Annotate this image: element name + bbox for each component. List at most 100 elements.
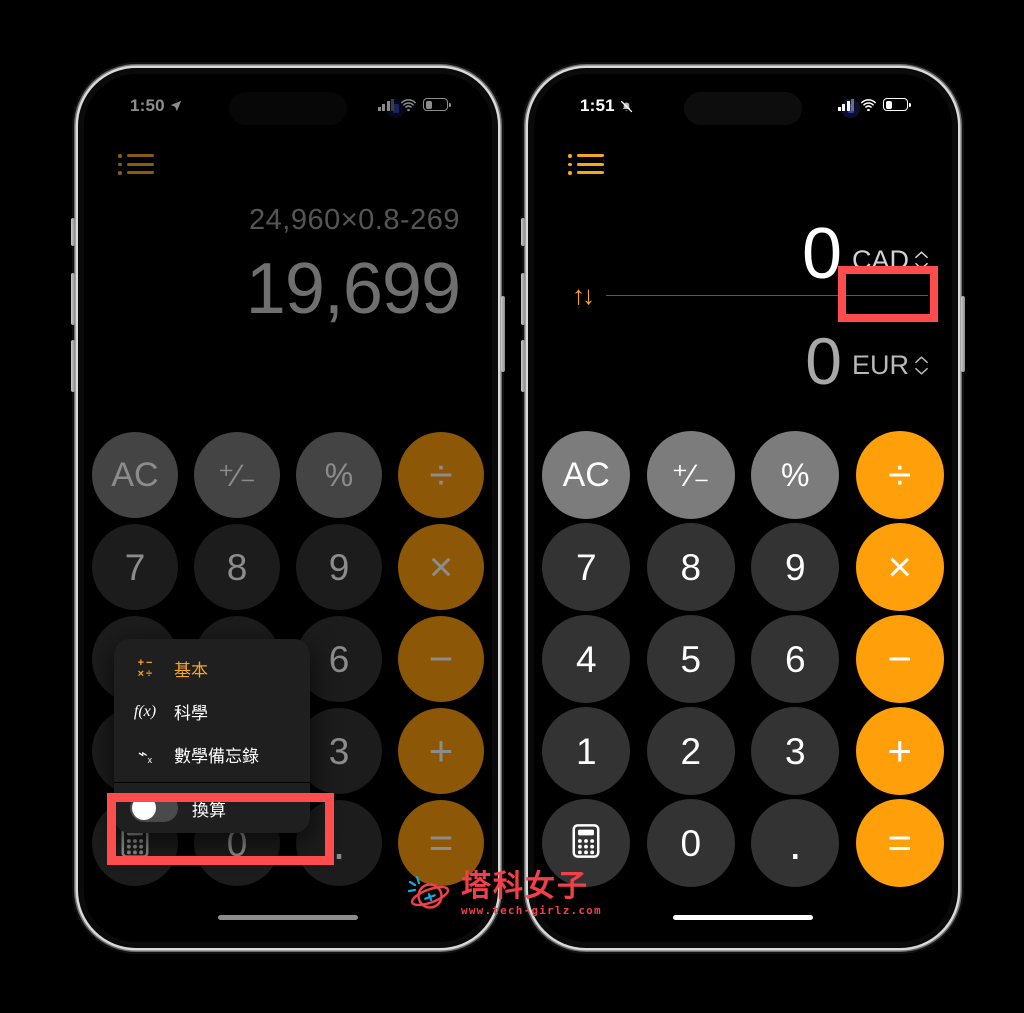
highlight-convert-toggle xyxy=(107,793,334,865)
key-equals-label: = xyxy=(428,819,454,866)
key-7-label: 7 xyxy=(575,546,597,588)
key-9[interactable]: 9 xyxy=(751,523,840,611)
key-6-label: 6 xyxy=(328,638,350,680)
key-8[interactable]: 8 xyxy=(646,523,735,611)
menu-item-math-notes[interactable]: ⌁x 數學備忘錄 xyxy=(114,733,310,776)
menu-item-scientific[interactable]: f(x) 科學 xyxy=(114,690,310,733)
key-divide[interactable]: ÷ xyxy=(398,432,484,518)
key-1[interactable]: 1 xyxy=(542,707,631,795)
power-button[interactable] xyxy=(501,296,505,372)
volume-up-button[interactable] xyxy=(521,273,525,325)
volume-up-button[interactable] xyxy=(71,273,75,325)
menu-item-basic[interactable]: + − × ÷ 基本 xyxy=(114,647,310,690)
phone-right: 1:51 0 CAD ↑↓ 0 EUR AC ⁺∕₋ % ÷ 7 8 9 × 4… xyxy=(521,68,965,948)
key-multiply[interactable]: × xyxy=(398,524,484,610)
home-indicator xyxy=(673,915,813,920)
wifi-icon xyxy=(401,99,416,111)
key-multiply-label: × xyxy=(428,543,454,590)
key-7[interactable]: 7 xyxy=(542,523,631,611)
key-3[interactable]: 3 xyxy=(751,707,840,795)
key-minus[interactable]: − xyxy=(398,616,484,702)
key-sign[interactable]: ⁺∕₋ xyxy=(194,432,280,518)
screenshot-canvas: 1:50 24,960×0.8-269 19,699 AC ⁺∕₋ % ÷ 7 … xyxy=(0,0,1024,1013)
status-indicators xyxy=(377,98,451,111)
swap-vertical-icon[interactable]: ↑↓ xyxy=(572,282,595,308)
key-equals-label: = xyxy=(887,819,913,866)
menu-item-scientific-label: 科學 xyxy=(174,704,208,723)
fx-function-icon: f(x) xyxy=(133,702,157,720)
power-button[interactable] xyxy=(961,296,965,372)
key-0[interactable]: 0 xyxy=(646,799,735,887)
key-9-label: 9 xyxy=(784,546,806,588)
key-percent[interactable]: % xyxy=(296,432,382,518)
cellular-signal-icon xyxy=(837,98,854,111)
keypad: AC ⁺∕₋% ÷ 7 8 9 × 4 5 6 − 1 2 3 +0. = xyxy=(534,429,952,889)
menu-divider xyxy=(114,782,310,783)
list-bullet-icon[interactable] xyxy=(568,154,604,175)
key-3-label: 3 xyxy=(784,730,806,772)
key-ac[interactable]: AC xyxy=(92,432,178,518)
calculator-glyph-icon xyxy=(572,824,600,858)
key-minus[interactable]: − xyxy=(855,615,944,703)
watermark-url: www.tech-girlz.com xyxy=(461,904,602,917)
key-calculator-icon-label xyxy=(572,824,600,862)
mute-switch[interactable] xyxy=(521,218,525,246)
list-bullet-icon[interactable] xyxy=(118,154,154,175)
status-indicators xyxy=(837,98,911,111)
menu-item-list: + − × ÷ 基本 f(x) 科學 ⌁x 數學備忘錄 xyxy=(114,639,310,782)
key-percent[interactable]: % xyxy=(751,431,840,519)
home-indicator xyxy=(218,915,358,920)
convert-to-value: 0 xyxy=(805,324,842,399)
cellular-signal-icon xyxy=(377,98,394,111)
mute-switch[interactable] xyxy=(71,218,75,246)
key-decimal-label: . xyxy=(788,817,802,869)
key-sign[interactable]: ⁺∕₋ xyxy=(646,431,735,519)
menu-item-basic-label: 基本 xyxy=(174,661,208,680)
watermark-text: 塔科女子 www.tech-girlz.com xyxy=(461,872,602,917)
key-equals[interactable]: = xyxy=(855,799,944,887)
menu-item-math-notes-label: 數學備忘錄 xyxy=(174,747,259,766)
convert-to-currency-selector[interactable]: EUR xyxy=(852,350,928,393)
key-decimal[interactable]: . xyxy=(751,799,840,887)
key-divide-label: ÷ xyxy=(429,451,453,498)
key-ac-label: AC xyxy=(111,456,159,494)
status-bar: 1:50 xyxy=(84,92,492,125)
key-plus[interactable]: + xyxy=(398,708,484,794)
volume-down-button[interactable] xyxy=(71,340,75,392)
right-screen: 1:51 0 CAD ↑↓ 0 EUR AC ⁺∕₋ % ÷ 7 8 9 × 4… xyxy=(534,74,952,942)
result-text: 19,699 xyxy=(245,249,461,329)
bell-slash-icon xyxy=(620,100,632,112)
volume-down-button[interactable] xyxy=(521,340,525,392)
key-sign-label: ⁺∕₋ xyxy=(218,457,256,493)
planet-icon xyxy=(408,875,450,909)
key-8[interactable]: 8 xyxy=(194,524,280,610)
convert-to-row: 0 EUR xyxy=(534,324,952,399)
key-1-label: 1 xyxy=(575,730,597,772)
key-multiply[interactable]: × xyxy=(855,523,944,611)
math-notes-icon: ⌁x xyxy=(137,745,153,766)
key-2[interactable]: 2 xyxy=(646,707,735,795)
status-time-group: 1:50 xyxy=(130,96,183,116)
key-7-label: 7 xyxy=(124,546,146,588)
expression-text: 24,960×0.8-269 xyxy=(249,204,460,236)
key-8-label: 8 xyxy=(226,546,248,588)
convert-to-currency-label: EUR xyxy=(851,350,909,381)
key-9[interactable]: 9 xyxy=(296,524,382,610)
key-percent-label: % xyxy=(324,457,354,493)
operations-grid-icon: + − × ÷ xyxy=(137,656,153,680)
key-plus-label: + xyxy=(887,727,913,774)
key-minus-label: − xyxy=(887,635,913,682)
key-5[interactable]: 5 xyxy=(646,615,735,703)
key-8-label: 8 xyxy=(680,546,702,588)
key-9-label: 9 xyxy=(328,546,350,588)
status-bar: 1:51 xyxy=(534,92,952,125)
key-plus[interactable]: + xyxy=(855,707,944,795)
key-6[interactable]: 6 xyxy=(751,615,840,703)
key-divide[interactable]: ÷ xyxy=(855,431,944,519)
key-7[interactable]: 7 xyxy=(92,524,178,610)
key-ac[interactable]: AC xyxy=(542,431,631,519)
key-4[interactable]: 4 xyxy=(542,615,631,703)
dynamic-island xyxy=(684,92,802,125)
key-3-label: 3 xyxy=(328,730,350,772)
key-divide-label: ÷ xyxy=(888,451,912,498)
